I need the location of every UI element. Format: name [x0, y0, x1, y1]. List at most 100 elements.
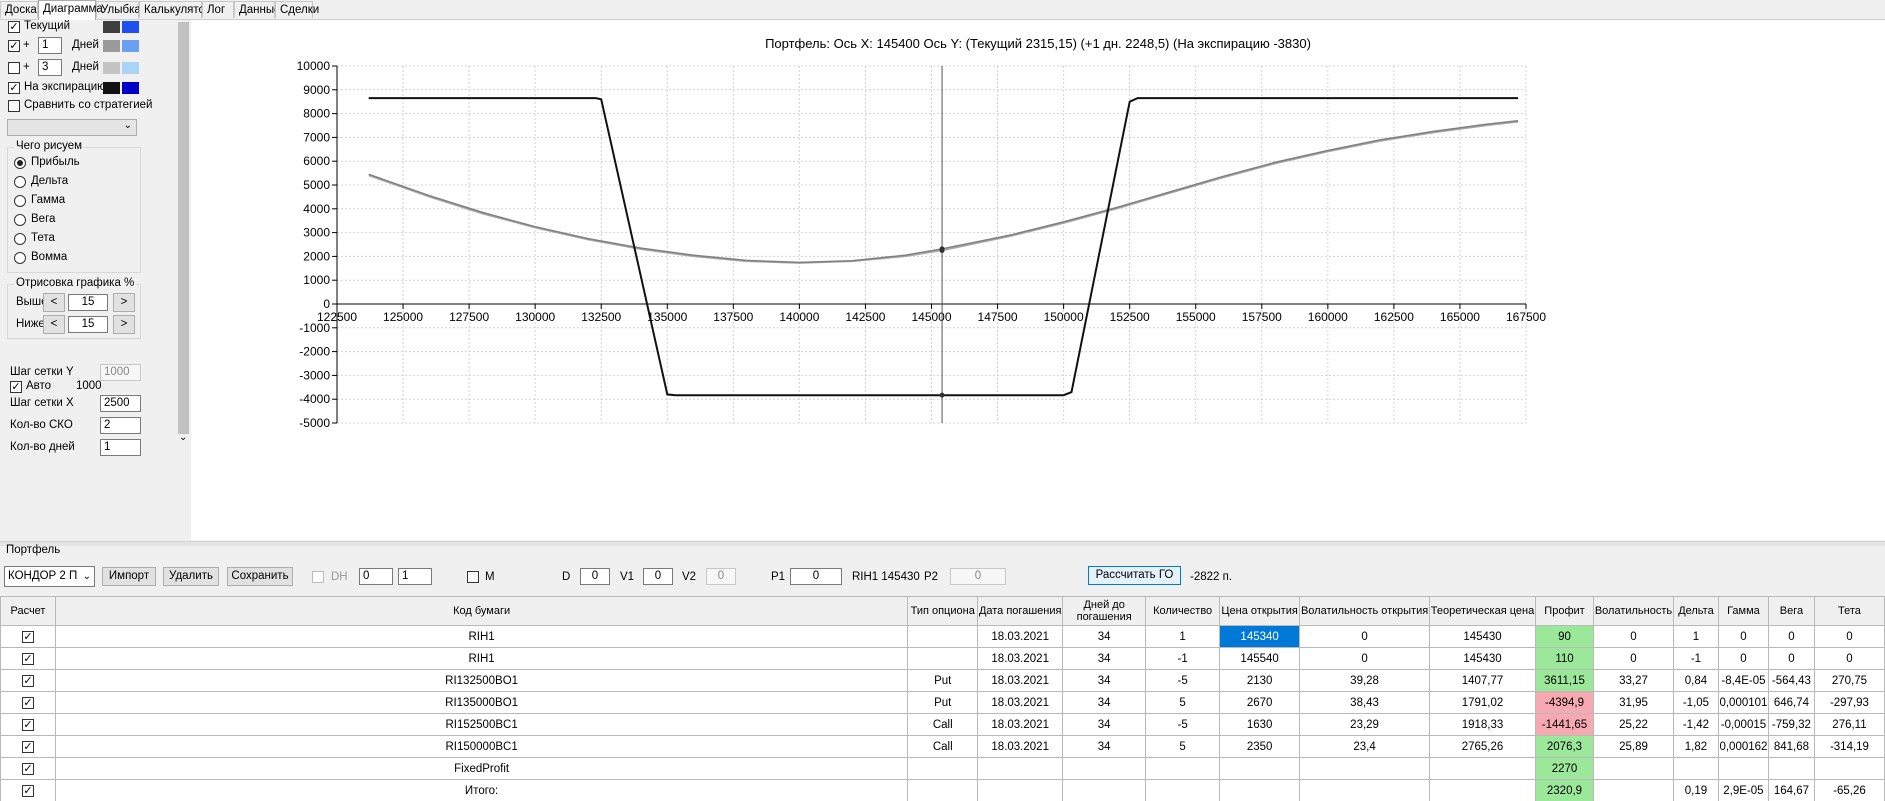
above-decrease-button[interactable]: <: [43, 293, 65, 312]
table-cell[interactable]: -5: [1145, 713, 1221, 736]
column-header[interactable]: Дней до погашения: [1062, 596, 1147, 626]
table-cell[interactable]: RIH1: [54, 625, 909, 648]
delete-button[interactable]: Удалить: [163, 567, 219, 586]
table-cell[interactable]: 0,000162: [1717, 735, 1769, 758]
calc-checkbox-cell[interactable]: [0, 735, 56, 758]
table-cell[interactable]: 2765,26: [1429, 735, 1536, 758]
save-button[interactable]: Сохранить: [227, 567, 293, 586]
table-cell[interactable]: 31,95: [1592, 691, 1674, 714]
table-cell[interactable]: 18.03.2021: [977, 647, 1064, 670]
table-cell[interactable]: [907, 647, 979, 670]
calc-checkbox[interactable]: [21, 630, 34, 643]
table-cell[interactable]: [907, 625, 979, 648]
table-cell[interactable]: -759,32: [1767, 713, 1815, 736]
table-cell[interactable]: 34: [1062, 691, 1147, 714]
table-cell[interactable]: [1429, 779, 1536, 801]
table-cell[interactable]: 34: [1062, 669, 1147, 692]
table-cell[interactable]: 0: [1813, 625, 1885, 648]
calc-checkbox[interactable]: [21, 740, 34, 753]
column-header[interactable]: Профит: [1535, 596, 1594, 626]
calc-checkbox[interactable]: [21, 784, 34, 797]
table-cell[interactable]: 34: [1062, 647, 1147, 670]
table-cell[interactable]: RI152500BC1: [54, 713, 909, 736]
compare-checkbox[interactable]: [8, 100, 20, 112]
d-input[interactable]: 0: [580, 568, 610, 585]
expiration-checkbox[interactable]: [8, 82, 20, 94]
table-cell[interactable]: 39,28: [1299, 669, 1431, 692]
current-color-swatch[interactable]: [103, 21, 120, 33]
scroll-down-icon[interactable]: ⌄: [179, 432, 187, 443]
table-cell[interactable]: 0: [1767, 625, 1815, 648]
calc-checkbox-cell[interactable]: [0, 647, 56, 670]
table-cell[interactable]: [1592, 779, 1674, 801]
left-panel-scrollbar[interactable]: ⌄: [176, 20, 191, 540]
tab-7[interactable]: Сделки: [275, 1, 319, 18]
column-header[interactable]: Количество: [1145, 596, 1221, 626]
plus3-color2-swatch[interactable]: [122, 62, 139, 74]
table-cell[interactable]: -1: [1672, 647, 1719, 670]
table-cell[interactable]: 3611,15: [1535, 669, 1594, 692]
column-header[interactable]: Расчет: [0, 596, 56, 626]
column-header[interactable]: Тета: [1813, 596, 1885, 626]
table-cell[interactable]: 34: [1062, 625, 1147, 648]
calc-checkbox[interactable]: [21, 652, 34, 665]
table-cell[interactable]: 1791,02: [1429, 691, 1536, 714]
table-cell[interactable]: RI150000BC1: [54, 735, 909, 758]
table-cell[interactable]: [977, 779, 1064, 801]
tab-5[interactable]: Лог: [202, 1, 234, 18]
calc-checkbox[interactable]: [21, 762, 34, 775]
table-cell[interactable]: [1767, 757, 1815, 780]
table-cell[interactable]: 2,9E-05: [1717, 779, 1769, 801]
days-input[interactable]: 1: [100, 439, 141, 456]
table-cell[interactable]: FixedProfit: [54, 757, 909, 780]
calc-checkbox-cell[interactable]: [0, 691, 56, 714]
column-header[interactable]: Тип опциона: [907, 596, 979, 626]
table-cell[interactable]: [1299, 757, 1431, 780]
table-cell[interactable]: 23,4: [1299, 735, 1431, 758]
strategy-dropdown[interactable]: КОНДОР 2 П ⌄: [4, 566, 95, 587]
above-input[interactable]: 15: [68, 294, 108, 311]
table-cell[interactable]: Call: [907, 735, 979, 758]
calc-checkbox-cell[interactable]: [0, 713, 56, 736]
table-cell[interactable]: 18.03.2021: [977, 735, 1064, 758]
table-cell[interactable]: RI132500BO1: [54, 669, 909, 692]
table-cell[interactable]: 145340: [1219, 625, 1301, 648]
table-cell[interactable]: -1441,65: [1535, 713, 1594, 736]
strategy-compare-dropdown[interactable]: ⌄: [7, 119, 137, 136]
table-cell[interactable]: RI135000BO1: [54, 691, 909, 714]
table-cell[interactable]: 0: [1299, 647, 1431, 670]
table-cell[interactable]: 2670: [1219, 691, 1301, 714]
table-row[interactable]: RIH118.03.202134-114554001454301100-1000: [0, 647, 1885, 670]
table-cell[interactable]: 145430: [1429, 647, 1536, 670]
table-cell[interactable]: Итого:: [54, 779, 909, 801]
table-cell[interactable]: [1219, 779, 1301, 801]
tab-1[interactable]: Доска: [0, 1, 38, 18]
column-header[interactable]: Цена открытия: [1219, 596, 1301, 626]
table-cell[interactable]: 0: [1717, 625, 1769, 648]
table-cell[interactable]: 145540: [1219, 647, 1301, 670]
table-row[interactable]: RI152500BC1Call18.03.202134-5163023,2919…: [0, 713, 1885, 736]
table-cell[interactable]: -0,00015: [1717, 713, 1769, 736]
calc-checkbox-cell[interactable]: [0, 757, 56, 780]
v1-input[interactable]: 0: [643, 568, 673, 585]
spin1-input[interactable]: 0: [359, 568, 393, 585]
table-cell[interactable]: [1429, 757, 1536, 780]
table-cell[interactable]: 0,19: [1672, 779, 1719, 801]
table-cell[interactable]: 1: [1145, 625, 1221, 648]
auto-checkbox[interactable]: [10, 381, 22, 393]
tab-6[interactable]: Данные: [234, 1, 281, 18]
panel-splitter[interactable]: [0, 541, 1885, 546]
table-cell[interactable]: [1219, 757, 1301, 780]
grid-x-input[interactable]: 2500: [100, 395, 141, 412]
table-cell[interactable]: [907, 779, 979, 801]
table-cell[interactable]: 1,82: [1672, 735, 1719, 758]
table-cell[interactable]: 5: [1145, 691, 1221, 714]
plus1-checkbox[interactable]: [8, 40, 20, 52]
table-cell[interactable]: -314,19: [1813, 735, 1885, 758]
column-header[interactable]: Дата погашения: [977, 596, 1064, 626]
below-decrease-button[interactable]: <: [43, 315, 65, 334]
table-cell[interactable]: 2130: [1219, 669, 1301, 692]
table-row[interactable]: RI150000BC1Call18.03.2021345235023,42765…: [0, 735, 1885, 758]
table-cell[interactable]: 18.03.2021: [977, 669, 1064, 692]
tab-4[interactable]: Калькулятор: [139, 1, 211, 18]
